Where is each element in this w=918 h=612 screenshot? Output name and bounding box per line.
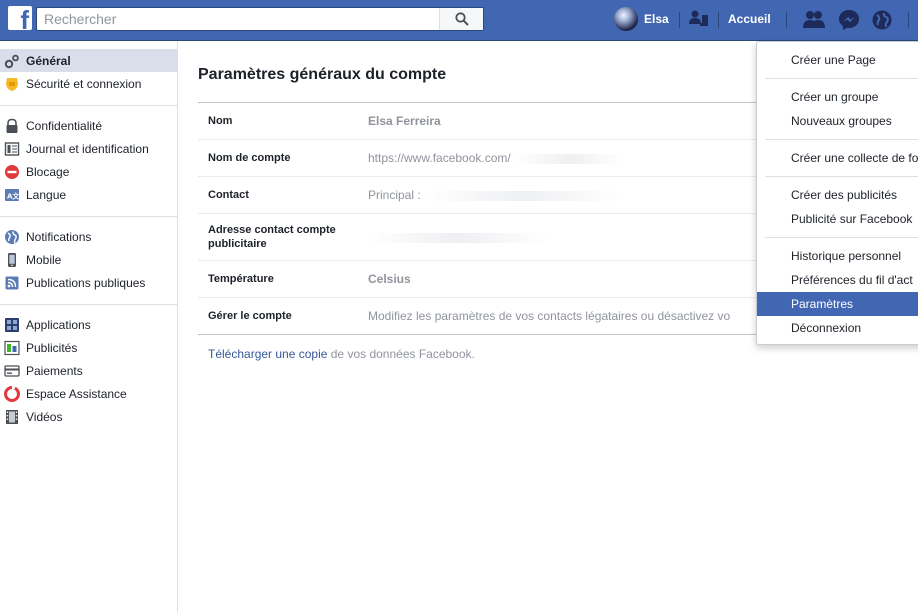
menu-item-advertising[interactable]: Publicité sur Facebook — [757, 207, 918, 231]
block-icon — [4, 164, 20, 180]
sidebar-item-blocking[interactable]: Blocage — [0, 160, 177, 183]
divider — [786, 12, 787, 28]
apps-icon — [4, 317, 20, 333]
search-box — [36, 7, 484, 31]
menu-item-news-feed-preferences[interactable]: Préférences du fil d'act — [757, 268, 918, 292]
menu-separator — [765, 139, 918, 140]
row-value: https://www.facebook.com/ — [368, 151, 511, 165]
menu-item-create-page[interactable]: Créer une Page — [757, 48, 918, 72]
top-bar: f Elsa Accueil — [0, 0, 918, 41]
sidebar-group: Applications Publicités Paiements Espace… — [0, 305, 177, 438]
sidebar-item-label: Notifications — [26, 229, 92, 244]
settings-sidebar: Général Sécurité et connexion Confidenti… — [0, 41, 178, 612]
sidebar-item-privacy[interactable]: Confidentialité — [0, 114, 177, 137]
row-label: Contact — [208, 189, 249, 201]
menu-separator — [765, 78, 918, 79]
home-link[interactable]: Accueil — [728, 12, 771, 26]
sidebar-item-mobile[interactable]: Mobile — [0, 248, 177, 271]
svg-text:A文: A文 — [7, 191, 20, 200]
sidebar-item-support-inbox[interactable]: Espace Assistance — [0, 382, 177, 405]
sidebar-item-label: Mobile — [26, 252, 62, 267]
sidebar-item-label: Publicités — [26, 340, 78, 355]
redacted-blur — [514, 153, 625, 164]
sidebar-item-label: Applications — [26, 317, 91, 332]
sidebar-item-general[interactable]: Général — [0, 49, 177, 72]
timeline-icon — [4, 141, 20, 157]
page-title: Paramètres généraux du compte — [198, 66, 447, 83]
menu-item-settings[interactable]: Paramètres — [757, 292, 918, 316]
menu-item-new-groups[interactable]: Nouveaux groupes — [757, 109, 918, 133]
sidebar-item-label: Vidéos — [26, 409, 63, 424]
find-friends-icon[interactable] — [688, 9, 710, 29]
redacted-blur — [368, 232, 548, 243]
sidebar-item-videos[interactable]: Vidéos — [0, 405, 177, 428]
sidebar-group: Notifications Mobile Publications publiq… — [0, 217, 177, 305]
sidebar-item-label: Espace Assistance — [26, 386, 127, 401]
profile-name: Elsa — [644, 12, 669, 26]
search-button[interactable] — [439, 8, 483, 30]
sidebar-item-ads[interactable]: Publicités — [0, 336, 177, 359]
divider — [718, 12, 719, 28]
row-label: Adresse contact compte publicitaire — [208, 224, 336, 250]
lifebuoy-icon — [4, 385, 20, 402]
divider — [908, 12, 909, 28]
film-icon — [4, 409, 20, 425]
sidebar-item-security[interactable]: Sécurité et connexion — [0, 72, 177, 95]
messenger-icon[interactable] — [838, 9, 860, 31]
friend-requests-icon[interactable] — [802, 9, 826, 29]
search-input[interactable] — [37, 8, 437, 30]
row-label: Nom — [208, 115, 233, 127]
card-icon — [4, 363, 20, 379]
sidebar-group: Confidentialité Journal et identificatio… — [0, 106, 177, 217]
notifications-globe-icon[interactable] — [871, 9, 893, 31]
sidebar-item-payments[interactable]: Paiements — [0, 359, 177, 382]
sidebar-item-label: Blocage — [26, 164, 70, 179]
sidebar-item-label: Journal et identification — [26, 141, 149, 156]
row-label: Nom de compte — [208, 152, 291, 164]
download-text: de vos données Facebook. — [327, 347, 475, 361]
menu-separator — [765, 237, 918, 238]
avatar — [614, 7, 638, 31]
sidebar-item-label: Publications publiques — [26, 275, 146, 290]
sidebar-group: Général Sécurité et connexion — [0, 41, 177, 106]
rss-icon — [4, 275, 20, 291]
sidebar-item-label: Général — [26, 53, 71, 68]
menu-item-create-group[interactable]: Créer un groupe — [757, 85, 918, 109]
menu-separator — [765, 176, 918, 177]
menu-item-create-fundraiser[interactable]: Créer une collecte de fo — [757, 146, 918, 170]
download-data-line: Télécharger une copie de vos données Fac… — [208, 347, 475, 361]
search-icon — [454, 12, 469, 26]
row-value: Principal : — [368, 188, 421, 202]
menu-item-logout[interactable]: Déconnexion — [757, 316, 918, 340]
sidebar-item-label: Sécurité et connexion — [26, 76, 142, 91]
menu-item-activity-log[interactable]: Historique personnel — [757, 244, 918, 268]
sidebar-item-label: Paiements — [26, 363, 83, 378]
row-label: Température — [208, 273, 274, 285]
sidebar-item-apps[interactable]: Applications — [0, 313, 177, 336]
download-copy-link[interactable]: Télécharger une copie — [208, 347, 327, 361]
sidebar-item-timeline[interactable]: Journal et identification — [0, 137, 177, 160]
row-label: Gérer le compte — [208, 310, 292, 322]
gear-icon — [4, 53, 20, 69]
badge-icon — [4, 76, 20, 92]
sidebar-item-language[interactable]: A文 Langue — [0, 183, 177, 206]
sidebar-item-label: Langue — [26, 187, 67, 202]
sidebar-item-label: Confidentialité — [26, 118, 103, 133]
divider — [679, 12, 680, 28]
redacted-blur — [424, 190, 625, 201]
language-icon: A文 — [4, 187, 20, 203]
lock-icon — [4, 118, 20, 134]
facebook-logo-icon[interactable]: f — [8, 6, 32, 30]
sidebar-item-public-posts[interactable]: Publications publiques — [0, 271, 177, 294]
account-dropdown-menu: Créer une Page Créer un groupe Nouveaux … — [756, 41, 918, 345]
profile-link[interactable]: Elsa — [614, 6, 669, 32]
globe-icon — [4, 229, 20, 245]
sidebar-item-notifications[interactable]: Notifications — [0, 225, 177, 248]
mobile-icon — [4, 252, 20, 268]
ads-icon — [4, 340, 20, 356]
menu-item-create-ads[interactable]: Créer des publicités — [757, 183, 918, 207]
